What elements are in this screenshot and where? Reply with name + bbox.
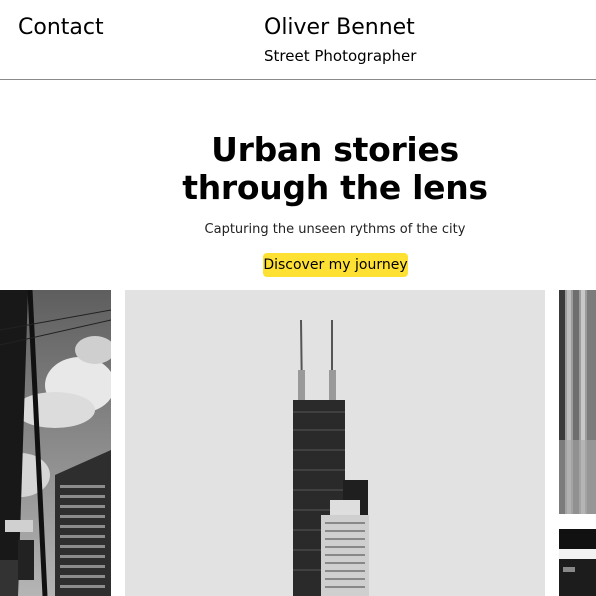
hero-title-line2: through the lens <box>182 168 488 207</box>
gallery-photo-skyscraper[interactable] <box>125 290 545 596</box>
skyscraper-image <box>125 290 545 596</box>
hero-title: Urban stories through the lens <box>0 131 596 207</box>
contact-link[interactable]: Contact <box>18 15 104 41</box>
dark-street-image <box>559 529 596 596</box>
blurred-street-image <box>559 290 596 514</box>
discover-journey-button[interactable]: Discover my journey <box>263 253 408 277</box>
hero-subtitle: Capturing the unseen rythms of the city <box>204 222 466 237</box>
gallery-photo-blurred-right[interactable] <box>559 290 596 514</box>
gallery-photo-street-left[interactable] <box>0 290 111 596</box>
gallery-photo-dark-right[interactable] <box>559 529 596 596</box>
site-header: Contact Oliver Bennet Street Photographe… <box>0 0 596 80</box>
hero-title-line1: Urban stories <box>211 130 459 169</box>
photographer-role: Street Photographer <box>264 47 417 65</box>
street-scene-image <box>0 290 111 596</box>
photographer-name: Oliver Bennet <box>264 15 415 40</box>
